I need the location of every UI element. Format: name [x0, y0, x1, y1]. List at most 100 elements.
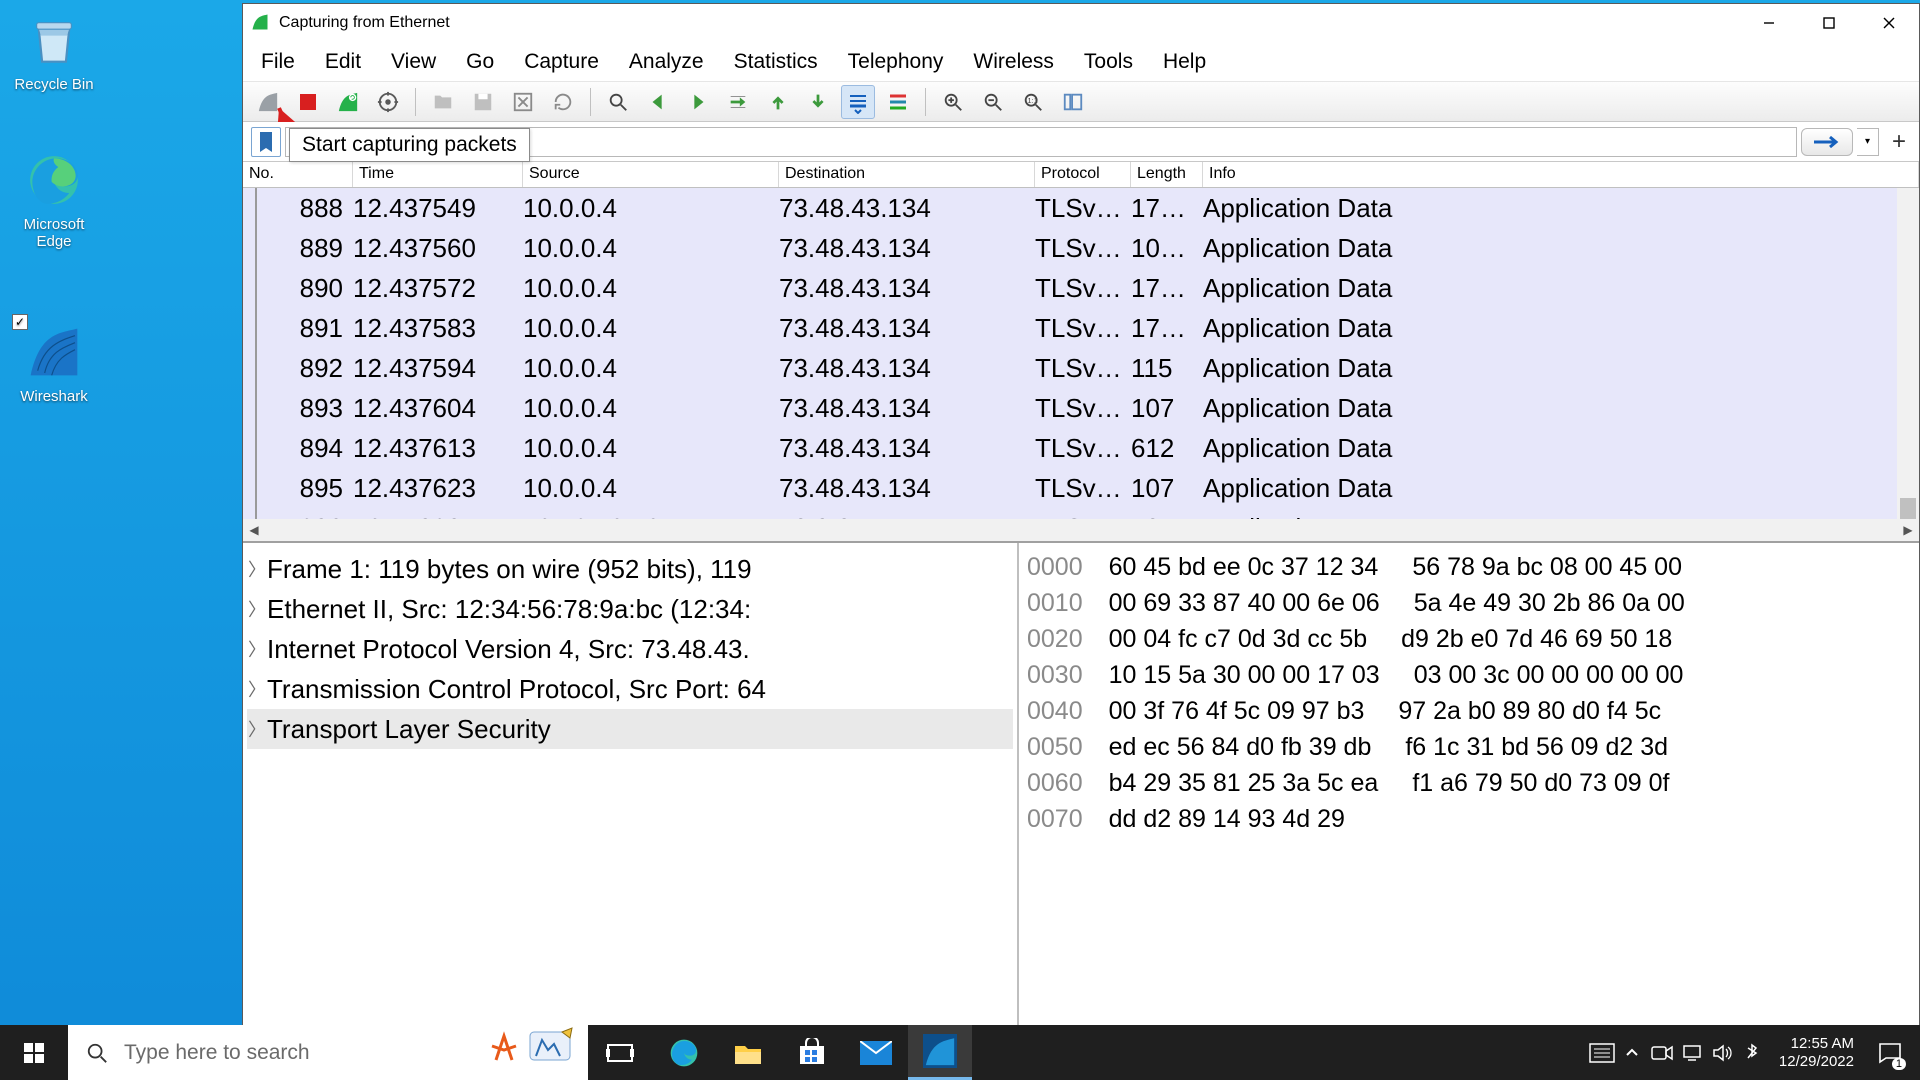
detail-row[interactable]: 〉Ethernet II, Src: 12:34:56:78:9a:bc (12… [247, 589, 1013, 629]
notifications-button[interactable]: 1 [1866, 1025, 1914, 1080]
stop-capture-button[interactable] [291, 85, 325, 119]
zoom-in-button[interactable] [936, 85, 970, 119]
apply-filter-button[interactable] [1801, 128, 1853, 156]
menu-go[interactable]: Go [466, 50, 494, 74]
colorize-button[interactable] [881, 85, 915, 119]
search-icon [86, 1042, 108, 1064]
hex-row[interactable]: 003010 15 5a 30 00 00 17 0303 00 3c 00 0… [1027, 657, 1911, 693]
hex-row[interactable]: 0070dd d2 89 14 93 4d 29 [1027, 801, 1911, 837]
packet-row[interactable]: 89312.43760410.0.0.473.48.43.134TLSv…107… [243, 388, 1919, 428]
menu-file[interactable]: File [261, 50, 295, 74]
col-header-destination[interactable]: Destination [779, 162, 1035, 187]
maximize-button[interactable] [1799, 4, 1859, 42]
detail-row[interactable]: 〉Transport Layer Security [247, 709, 1013, 749]
hex-row[interactable]: 004000 3f 76 4f 5c 09 97 b397 2a b0 89 8… [1027, 693, 1911, 729]
col-header-protocol[interactable]: Protocol [1035, 162, 1131, 187]
wireshark-window: Capturing from Ethernet File Edit View G… [242, 3, 1920, 1028]
tray-overflow-button[interactable] [1617, 1025, 1647, 1080]
detail-row[interactable]: 〉Transmission Control Protocol, Src Port… [247, 669, 1013, 709]
taskbar-mail[interactable] [844, 1025, 908, 1080]
hex-row[interactable]: 000060 45 bd ee 0c 37 12 3456 78 9a bc 0… [1027, 549, 1911, 585]
add-filter-button[interactable]: + [1887, 128, 1911, 156]
menu-telephony[interactable]: Telephony [848, 50, 944, 74]
packet-row[interactable]: 89112.43758310.0.0.473.48.43.134TLSv…17…… [243, 308, 1919, 348]
menu-help[interactable]: Help [1163, 50, 1206, 74]
bookmark-filter-button[interactable] [251, 127, 281, 157]
col-header-length[interactable]: Length [1131, 162, 1203, 187]
packet-row[interactable]: 89612.47989473.48.43.13410.0.0.4TLSv…107… [243, 508, 1919, 519]
col-header-time[interactable]: Time [353, 162, 523, 187]
close-file-button[interactable] [506, 85, 540, 119]
detail-row[interactable]: 〉Frame 1: 119 bytes on wire (952 bits), … [247, 549, 1013, 589]
taskbar-clock[interactable]: 12:55 AM 12/29/2022 [1767, 1035, 1866, 1071]
hex-row[interactable]: 0060b4 29 35 81 25 3a 5c eaf1 a6 79 50 d… [1027, 765, 1911, 801]
save-file-button[interactable] [466, 85, 500, 119]
start-capture-button[interactable] [251, 85, 285, 119]
taskbar-wireshark[interactable] [908, 1025, 972, 1080]
desktop-icon-edge[interactable]: Microsoft Edge [4, 148, 104, 250]
find-packet-button[interactable] [601, 85, 635, 119]
autoscroll-button[interactable] [841, 85, 875, 119]
menu-tools[interactable]: Tools [1084, 50, 1133, 74]
packet-row[interactable]: 88912.43756010.0.0.473.48.43.134TLSv…10…… [243, 228, 1919, 268]
zoom-out-button[interactable] [976, 85, 1010, 119]
task-view-button[interactable] [588, 1025, 652, 1080]
bluetooth-icon[interactable] [1737, 1025, 1767, 1080]
menu-analyze[interactable]: Analyze [629, 50, 704, 74]
vertical-scrollbar[interactable] [1897, 188, 1919, 519]
meet-now-icon[interactable] [1647, 1025, 1677, 1080]
hex-row[interactable]: 001000 69 33 87 40 00 6e 065a 4e 49 30 2… [1027, 585, 1911, 621]
clock-date: 12/29/2022 [1779, 1053, 1854, 1071]
open-file-button[interactable] [426, 85, 460, 119]
capture-options-button[interactable] [371, 85, 405, 119]
minimize-button[interactable] [1739, 4, 1799, 42]
system-tray: 12:55 AM 12/29/2022 1 [1587, 1025, 1920, 1080]
packet-row[interactable]: 89212.43759410.0.0.473.48.43.134TLSv…115… [243, 348, 1919, 388]
desktop-icon-recycle-bin[interactable]: Recycle Bin [4, 8, 104, 93]
taskbar-edge[interactable] [652, 1025, 716, 1080]
packet-list: No. Time Source Destination Protocol Len… [243, 162, 1919, 542]
network-icon[interactable] [1677, 1025, 1707, 1080]
reload-button[interactable] [546, 85, 580, 119]
packet-row[interactable]: 89512.43762310.0.0.473.48.43.134TLSv…107… [243, 468, 1919, 508]
hex-row[interactable]: 0050ed ec 56 84 d0 fb 39 dbf6 1c 31 bd 5… [1027, 729, 1911, 765]
packet-row[interactable]: 89012.43757210.0.0.473.48.43.134TLSv…17…… [243, 268, 1919, 308]
start-button[interactable] [0, 1025, 68, 1080]
taskbar: Type here to search 12:55 AM 12/29/2022 [0, 1025, 1920, 1080]
hex-row[interactable]: 002000 04 fc c7 0d 3d cc 5bd9 2b e0 7d 4… [1027, 621, 1911, 657]
filter-history-button[interactable]: ▾ [1857, 128, 1879, 156]
horizontal-scrollbar[interactable]: ◀▶ [243, 519, 1919, 541]
notification-badge: 1 [1892, 1058, 1906, 1070]
menu-capture[interactable]: Capture [524, 50, 599, 74]
col-header-no[interactable]: No. [243, 162, 353, 187]
go-first-button[interactable] [761, 85, 795, 119]
menu-wireless[interactable]: Wireless [973, 50, 1054, 74]
col-header-info[interactable]: Info [1203, 162, 1919, 187]
menu-statistics[interactable]: Statistics [734, 50, 818, 74]
packet-details-pane[interactable]: 〉Frame 1: 119 bytes on wire (952 bits), … [243, 543, 1019, 1027]
taskbar-store[interactable] [780, 1025, 844, 1080]
packet-list-body[interactable]: 88812.43754910.0.0.473.48.43.134TLSv…17…… [243, 188, 1919, 519]
tooltip: Start capturing packets [289, 128, 530, 162]
zoom-reset-button[interactable]: 1:1 [1016, 85, 1050, 119]
packet-row[interactable]: 88812.43754910.0.0.473.48.43.134TLSv…17…… [243, 188, 1919, 228]
menu-edit[interactable]: Edit [325, 50, 361, 74]
titlebar[interactable]: Capturing from Ethernet [243, 4, 1919, 42]
col-header-source[interactable]: Source [523, 162, 779, 187]
menu-view[interactable]: View [391, 50, 436, 74]
resize-columns-button[interactable] [1056, 85, 1090, 119]
go-back-button[interactable] [641, 85, 675, 119]
go-forward-button[interactable] [681, 85, 715, 119]
volume-icon[interactable] [1707, 1025, 1737, 1080]
detail-row[interactable]: 〉Internet Protocol Version 4, Src: 73.48… [247, 629, 1013, 669]
packet-row[interactable]: 89412.43761310.0.0.473.48.43.134TLSv…612… [243, 428, 1919, 468]
taskbar-explorer[interactable] [716, 1025, 780, 1080]
checkbox-icon[interactable]: ✓ [12, 314, 28, 330]
input-indicator-icon[interactable] [1587, 1025, 1617, 1080]
go-to-packet-button[interactable] [721, 85, 755, 119]
close-button[interactable] [1859, 4, 1919, 42]
restart-capture-button[interactable] [331, 85, 365, 119]
packet-bytes-pane[interactable]: 000060 45 bd ee 0c 37 12 3456 78 9a bc 0… [1019, 543, 1919, 1027]
desktop-icon-wireshark[interactable]: ✓ Wireshark [4, 320, 104, 405]
go-last-button[interactable] [801, 85, 835, 119]
